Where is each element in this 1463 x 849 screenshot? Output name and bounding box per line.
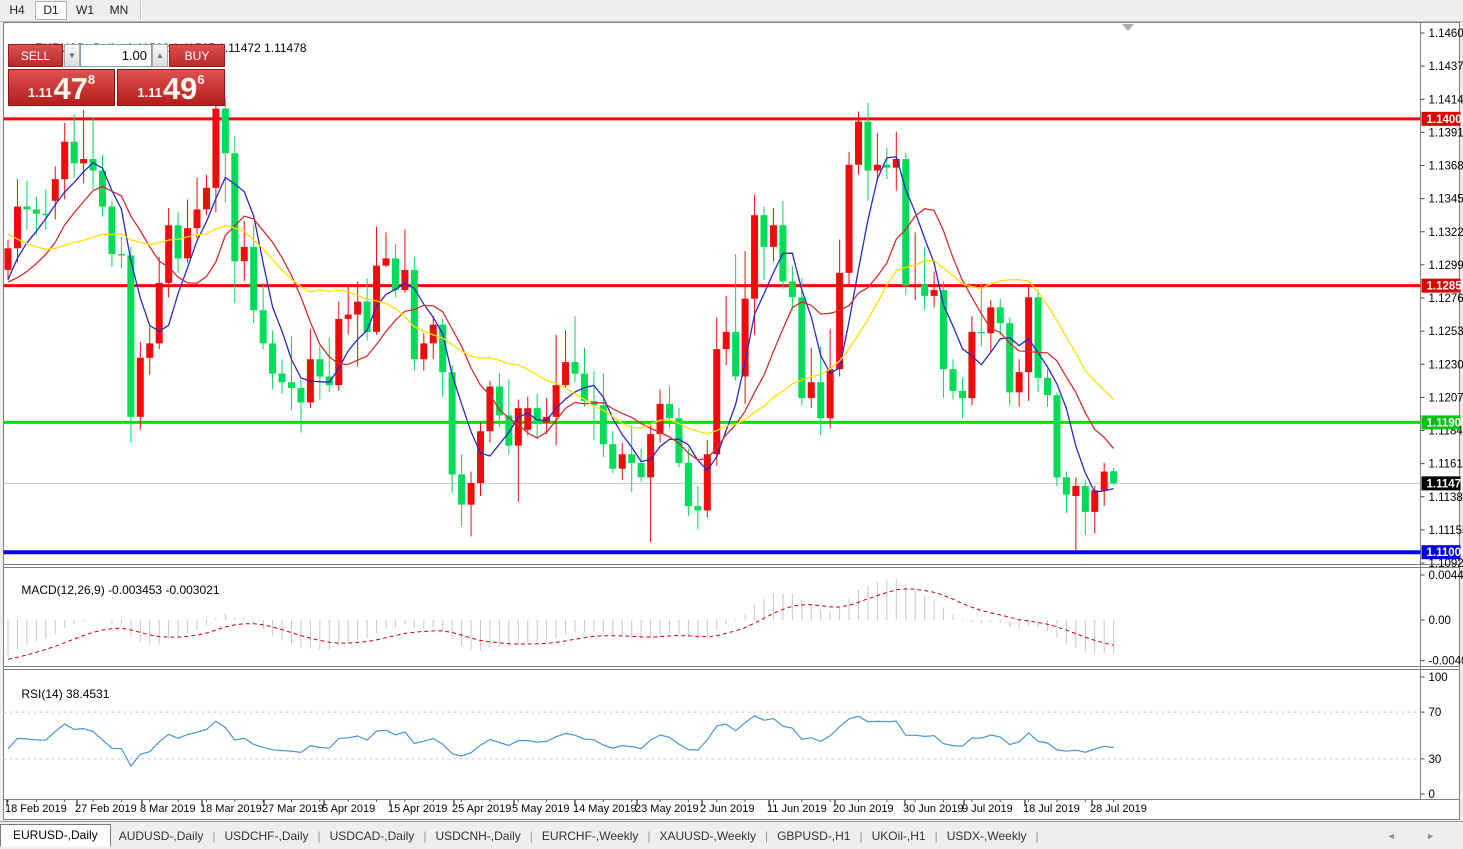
svg-text:18 Jul 2019: 18 Jul 2019: [1023, 803, 1080, 815]
svg-text:2 Jun 2019: 2 Jun 2019: [700, 803, 754, 815]
svg-text:9 Jul 2019: 9 Jul 2019: [962, 803, 1013, 815]
svg-text:1.12535: 1.12535: [1429, 326, 1463, 338]
sell-price-display[interactable]: 1.11478: [8, 69, 115, 106]
volume-stepper: ▼ ▲: [64, 44, 168, 67]
price-tag: 1.12851: [1422, 279, 1463, 293]
svg-text:8 Mar 2019: 8 Mar 2019: [140, 803, 196, 815]
svg-text:28 Jul 2019: 28 Jul 2019: [1090, 803, 1147, 815]
tab-scroll-arrows[interactable]: ◄ ►: [1387, 831, 1449, 841]
timeframe-button-h4[interactable]: H4: [1, 1, 33, 20]
trading-platform-window: 1.14605 1.14375 1.14145 1.13915 1.13685 1.134…: [0, 0, 1463, 849]
svg-text:-0.004048: -0.004048: [1429, 656, 1463, 668]
svg-text:1.12765: 1.12765: [1429, 293, 1463, 305]
toolbar-separator: [140, 1, 142, 20]
timeframe-button-d1[interactable]: D1: [35, 1, 67, 20]
tab-separator: |: [212, 829, 215, 843]
svg-text:1.11155: 1.11155: [1429, 525, 1463, 537]
svg-text:18 Feb 2019: 18 Feb 2019: [5, 803, 67, 815]
timeframe-button-mn[interactable]: MN: [103, 1, 135, 20]
svg-text:1.10925: 1.10925: [1429, 558, 1463, 570]
svg-text:30: 30: [1429, 754, 1442, 766]
tab-ukoil-h1[interactable]: UKOil-,H1: [864, 827, 934, 845]
tab-eurusd-daily[interactable]: EURUSD-,Daily: [0, 824, 111, 847]
price-tag: 1.14009: [1422, 112, 1463, 126]
svg-text:25 Apr 2019: 25 Apr 2019: [452, 803, 511, 815]
tab-separator: |: [647, 829, 650, 843]
volume-decrease-button[interactable]: ▼: [64, 44, 80, 67]
volume-increase-button[interactable]: ▲: [152, 44, 168, 67]
svg-text:1.12851: 1.12851: [1427, 281, 1463, 293]
svg-text:1.11901: 1.11901: [1427, 417, 1463, 429]
tab-separator: |: [423, 829, 426, 843]
chart-tabs-bar: EURUSD-,DailyAUDUSD-,Daily|USDCHF-,Daily…: [0, 821, 1463, 849]
svg-text:15 Apr 2019: 15 Apr 2019: [388, 803, 447, 815]
svg-text:1.14145: 1.14145: [1429, 94, 1463, 106]
tab-audusd-daily[interactable]: AUDUSD-,Daily: [111, 827, 212, 845]
svg-text:1.12305: 1.12305: [1429, 359, 1463, 371]
rsi-value: 38.4531: [66, 687, 109, 701]
rsi-indicator-label: RSI(14) 38.4531: [8, 673, 109, 715]
timeframe-button-w1[interactable]: W1: [69, 1, 101, 20]
svg-text:1.11385: 1.11385: [1429, 492, 1463, 504]
svg-text:23 May 2019: 23 May 2019: [635, 803, 699, 815]
svg-text:1.13915: 1.13915: [1429, 127, 1463, 139]
tab-separator: |: [318, 829, 321, 843]
buy-price-display[interactable]: 1.11496: [117, 69, 225, 106]
svg-text:100: 100: [1429, 672, 1448, 684]
svg-text:5 May 2019: 5 May 2019: [512, 803, 569, 815]
svg-text:1.11000: 1.11000: [1427, 547, 1463, 559]
tab-separator: |: [765, 829, 768, 843]
svg-text:1.13225: 1.13225: [1429, 227, 1463, 239]
svg-text:30 Jun 2019: 30 Jun 2019: [903, 803, 964, 815]
date-axis[interactable]: 18 Feb 2019 27 Feb 20198 Mar 2019 18 Mar 2…: [5, 800, 1147, 815]
macd-values: -0.003453 -0.003021: [108, 583, 219, 597]
tab-usdx-weekly[interactable]: USDX-,Weekly: [939, 827, 1035, 845]
svg-text:0: 0: [1429, 789, 1435, 801]
tab-usdcad-daily[interactable]: USDCAD-,Daily: [322, 827, 423, 845]
price-tag: 1.11000: [1422, 545, 1463, 559]
one-click-trading-panel: SELL ▼ ▲ BUY 1.11478 1.11496: [8, 44, 225, 106]
svg-text:11 Jun 2019: 11 Jun 2019: [767, 803, 827, 815]
tab-separator: |: [935, 829, 938, 843]
macd-indicator-label: MACD(12,26,9) -0.003453 -0.003021: [8, 569, 220, 611]
svg-text:5 Apr 2019: 5 Apr 2019: [322, 803, 375, 815]
svg-text:14 May 2019: 14 May 2019: [573, 803, 637, 815]
svg-text:18 Mar 2019: 18 Mar 2019: [200, 803, 262, 815]
svg-text:1.13455: 1.13455: [1429, 194, 1463, 206]
tab-eurchf-weekly[interactable]: EURCHF-,Weekly: [534, 827, 646, 845]
svg-text:1.14375: 1.14375: [1429, 61, 1463, 73]
svg-text:1.12995: 1.12995: [1429, 260, 1463, 272]
svg-text:1.13685: 1.13685: [1429, 161, 1463, 173]
price-tag: 1.11478: [1422, 476, 1463, 490]
price-tag: 1.11901: [1422, 415, 1463, 429]
svg-text:1.11615: 1.11615: [1429, 459, 1463, 471]
svg-text:0.00: 0.00: [1429, 615, 1451, 627]
svg-text:27 Mar 2019: 27 Mar 2019: [262, 803, 324, 815]
volume-input[interactable]: [80, 44, 152, 67]
sell-button[interactable]: SELL: [8, 44, 63, 67]
svg-text:70: 70: [1429, 707, 1442, 719]
buy-button[interactable]: BUY: [169, 44, 225, 67]
svg-text:0.004481: 0.004481: [1429, 570, 1463, 582]
svg-text:1.12075: 1.12075: [1429, 392, 1463, 404]
tab-gbpusd-h1[interactable]: GBPUSD-,H1: [769, 827, 858, 845]
price-chart-canvas[interactable]: 1.14605 1.14375 1.14145 1.13915 1.13685 1.134…: [0, 0, 1463, 849]
timeframe-toolbar: H4D1W1MN: [0, 0, 1463, 22]
tab-separator: |: [859, 829, 862, 843]
svg-text:1.14009: 1.14009: [1427, 114, 1463, 126]
tab-xauusd-weekly[interactable]: XAUUSD-,Weekly: [651, 827, 763, 845]
tab-usdchf-daily[interactable]: USDCHF-,Daily: [217, 827, 317, 845]
svg-text:1.11478: 1.11478: [1427, 478, 1463, 490]
tab-separator: |: [530, 829, 533, 843]
svg-text:20 Jun 2019: 20 Jun 2019: [833, 803, 894, 815]
svg-text:1.14605: 1.14605: [1429, 28, 1463, 40]
tab-separator: |: [1036, 829, 1039, 843]
tab-usdcnh-daily[interactable]: USDCNH-,Daily: [427, 827, 528, 845]
svg-text:27 Feb 2019: 27 Feb 2019: [75, 803, 137, 815]
